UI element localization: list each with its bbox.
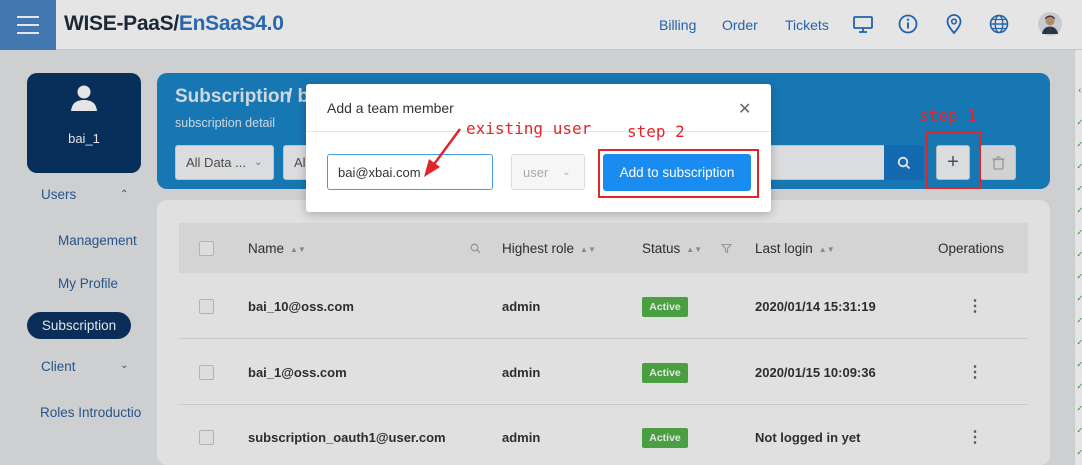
step2-highlight-box	[598, 149, 759, 198]
step1-annotation: step 1	[919, 106, 977, 125]
chevron-down-icon: ⌄	[562, 166, 571, 178]
close-icon[interactable]: ✕	[738, 99, 751, 119]
role-select[interactable]: user ⌄	[511, 154, 585, 190]
modal-backdrop[interactable]	[0, 0, 1082, 465]
email-field[interactable]	[327, 154, 493, 190]
step2-annotation: step 2	[627, 122, 685, 141]
step1-highlight-box	[926, 131, 981, 189]
annotation-arrow-icon	[424, 128, 462, 177]
existing-user-annotation: existing user	[466, 119, 592, 138]
dialog-title: Add a team member	[327, 100, 454, 116]
role-select-value: user	[523, 164, 549, 180]
